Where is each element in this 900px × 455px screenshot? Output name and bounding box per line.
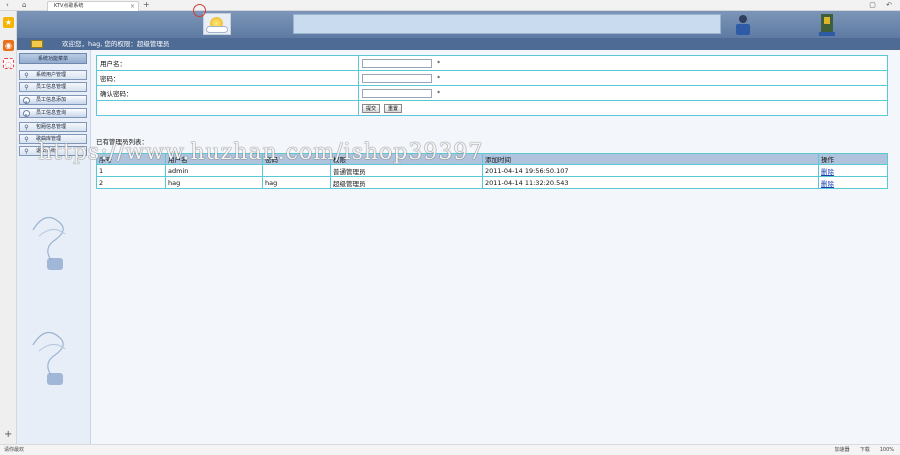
sidebar-item-label: 歌曲库管理 (36, 136, 62, 142)
delete-link[interactable]: 删除 (821, 180, 834, 188)
sidebar-item-label: 员工信息查询 (36, 110, 67, 116)
window-controls[interactable]: ▢ ↶ (869, 1, 896, 10)
ktv-app: 欢迎您，hag, 您的权限：超级管理员 系统功能菜单 ⚲ 系统用户管理 ⚲ 员工… (17, 11, 900, 444)
cursor-indicator (193, 4, 206, 17)
cell-index: 2 (96, 176, 166, 189)
sidebar: 系统功能菜单 ⚲ 系统用户管理 ⚲ 员工信息管理 ▸ 员工信息添加 ▸ 员工信息… (17, 50, 91, 444)
admin-table: 序号 用户名 密码 权限 添加时间 操作 1 admin 普通管理员 2011-… (96, 153, 888, 189)
arrow-icon: ▸ (23, 110, 30, 117)
confirm-password-label: 确认密码： (96, 85, 359, 101)
column-header: 操作 (818, 153, 888, 165)
sidebar-item-label: 员工信息添加 (36, 97, 67, 103)
exit-icon[interactable] (817, 13, 837, 37)
required-mark: * (437, 90, 441, 97)
required-mark: * (437, 60, 441, 67)
browser-tab[interactable]: KTV点歌系统 × (47, 1, 139, 11)
sidebar-item-songs[interactable]: ⚲ 歌曲库管理 (19, 134, 87, 144)
reset-button[interactable]: 重置 (384, 103, 403, 113)
back-icon[interactable]: ‹ (6, 1, 9, 10)
arrow-icon: ▸ (23, 97, 30, 104)
cell-role: 超级管理员 (330, 176, 483, 189)
cell-password (262, 164, 331, 177)
sidebar-item-label: 员工信息管理 (36, 84, 67, 90)
status-text: 请你最欢 (4, 447, 25, 453)
confirm-password-input[interactable] (362, 88, 432, 98)
zoom-level[interactable]: 100% (880, 445, 894, 455)
user-icon[interactable] (733, 13, 753, 37)
welcome-bar: 欢迎您，hag, 您的权限：超级管理员 (17, 38, 900, 50)
column-header: 序号 (96, 153, 166, 165)
favorites-icon[interactable]: ★ (3, 17, 14, 28)
home-icon[interactable]: ⌂ (22, 1, 26, 10)
sidebar-item-label: 包厢信息管理 (36, 124, 67, 130)
add-icon[interactable]: + (4, 430, 12, 440)
welcome-text: 欢迎您，hag, 您的权限：超级管理员 (62, 40, 170, 48)
folder-icon (31, 40, 43, 48)
delete-link[interactable]: 删除 (821, 168, 834, 176)
add-admin-form: 用户名： * 密码： * 确认密码： * 提交 重置 (96, 55, 888, 116)
download-label[interactable]: 下载 (860, 445, 870, 455)
logo (203, 13, 231, 35)
table-header-row: 序号 用户名 密码 权限 添加时间 操作 (96, 153, 888, 165)
cell-password: hag (262, 176, 331, 189)
sidebar-item-label: 退出系统 (36, 148, 57, 154)
sidebar-item-rooms[interactable]: ⚲ 包厢信息管理 (19, 122, 87, 132)
header-box (293, 14, 721, 34)
column-header: 用户名 (165, 153, 263, 165)
cell-role: 普通管理员 (330, 164, 483, 177)
key-icon: ⚲ (24, 124, 29, 131)
browser-sidebar: ★ ◉ ◌ + (0, 11, 17, 444)
empty-cell (96, 100, 359, 116)
sidebar-item-logout[interactable]: ⚲ 退出系统 (19, 146, 87, 156)
cell-created: 2011-04-14 19:56:50.107 (482, 164, 819, 177)
username-label: 用户名： (96, 55, 359, 71)
password-label: 密码： (96, 70, 359, 86)
new-tab-icon[interactable]: + (143, 0, 150, 10)
accelerator-label[interactable]: 加速器 (835, 445, 850, 455)
column-header: 权限 (330, 153, 483, 165)
cloud-icon (206, 26, 228, 33)
username-input[interactable] (362, 58, 432, 68)
header-banner (17, 11, 900, 38)
browser-tab-bar: ‹ ⌂ KTV点歌系统 × + ▢ ↶ (0, 0, 900, 11)
required-mark: * (437, 75, 441, 82)
key-icon: ⚲ (24, 136, 29, 143)
key-icon: ⚲ (24, 72, 29, 79)
table-row: 1 admin 普通管理员 2011-04-14 19:56:50.107 删除 (96, 164, 888, 177)
status-tools: 加速器 下载 100% (835, 445, 894, 455)
column-header: 添加时间 (482, 153, 819, 165)
sidebar-title: 系统功能菜单 (19, 53, 87, 64)
cell-username: admin (165, 164, 263, 177)
cell-username: hag (165, 176, 263, 189)
sidebar-item-staff-add[interactable]: ▸ 员工信息添加 (19, 95, 87, 105)
sidebar-item-staff-query[interactable]: ▸ 员工信息查询 (19, 108, 87, 118)
sidebar-item-staff[interactable]: ⚲ 员工信息管理 (19, 82, 87, 92)
cell-created: 2011-04-14 11:32:20.543 (482, 176, 819, 189)
tab-title: KTV点歌系统 (54, 3, 84, 9)
submit-button[interactable]: 提交 (362, 103, 381, 113)
table-row: 2 hag hag 超级管理员 2011-04-14 11:32:20.543 … (96, 176, 888, 189)
browser-status-bar: 请你最欢 加速器 下载 100% (0, 444, 900, 455)
column-header: 密码 (262, 153, 331, 165)
main-content: 用户名： * 密码： * 确认密码： * 提交 重置 已有管理员列表： 序号 用… (93, 50, 900, 444)
sidebar-item-system-users[interactable]: ⚲ 系统用户管理 (19, 70, 87, 80)
decoration-image (32, 331, 66, 385)
history-icon[interactable]: ◉ (3, 40, 14, 51)
password-input[interactable] (362, 73, 432, 83)
close-icon[interactable]: × (130, 2, 135, 11)
admin-list-title: 已有管理员列表： (96, 138, 148, 146)
sidebar-item-label: 系统用户管理 (36, 72, 67, 78)
cell-index: 1 (96, 164, 166, 177)
key-icon: ⚲ (24, 84, 29, 91)
screenshot-icon[interactable]: ◌ (3, 58, 14, 69)
decoration-image (32, 216, 66, 270)
key-icon: ⚲ (24, 148, 29, 155)
